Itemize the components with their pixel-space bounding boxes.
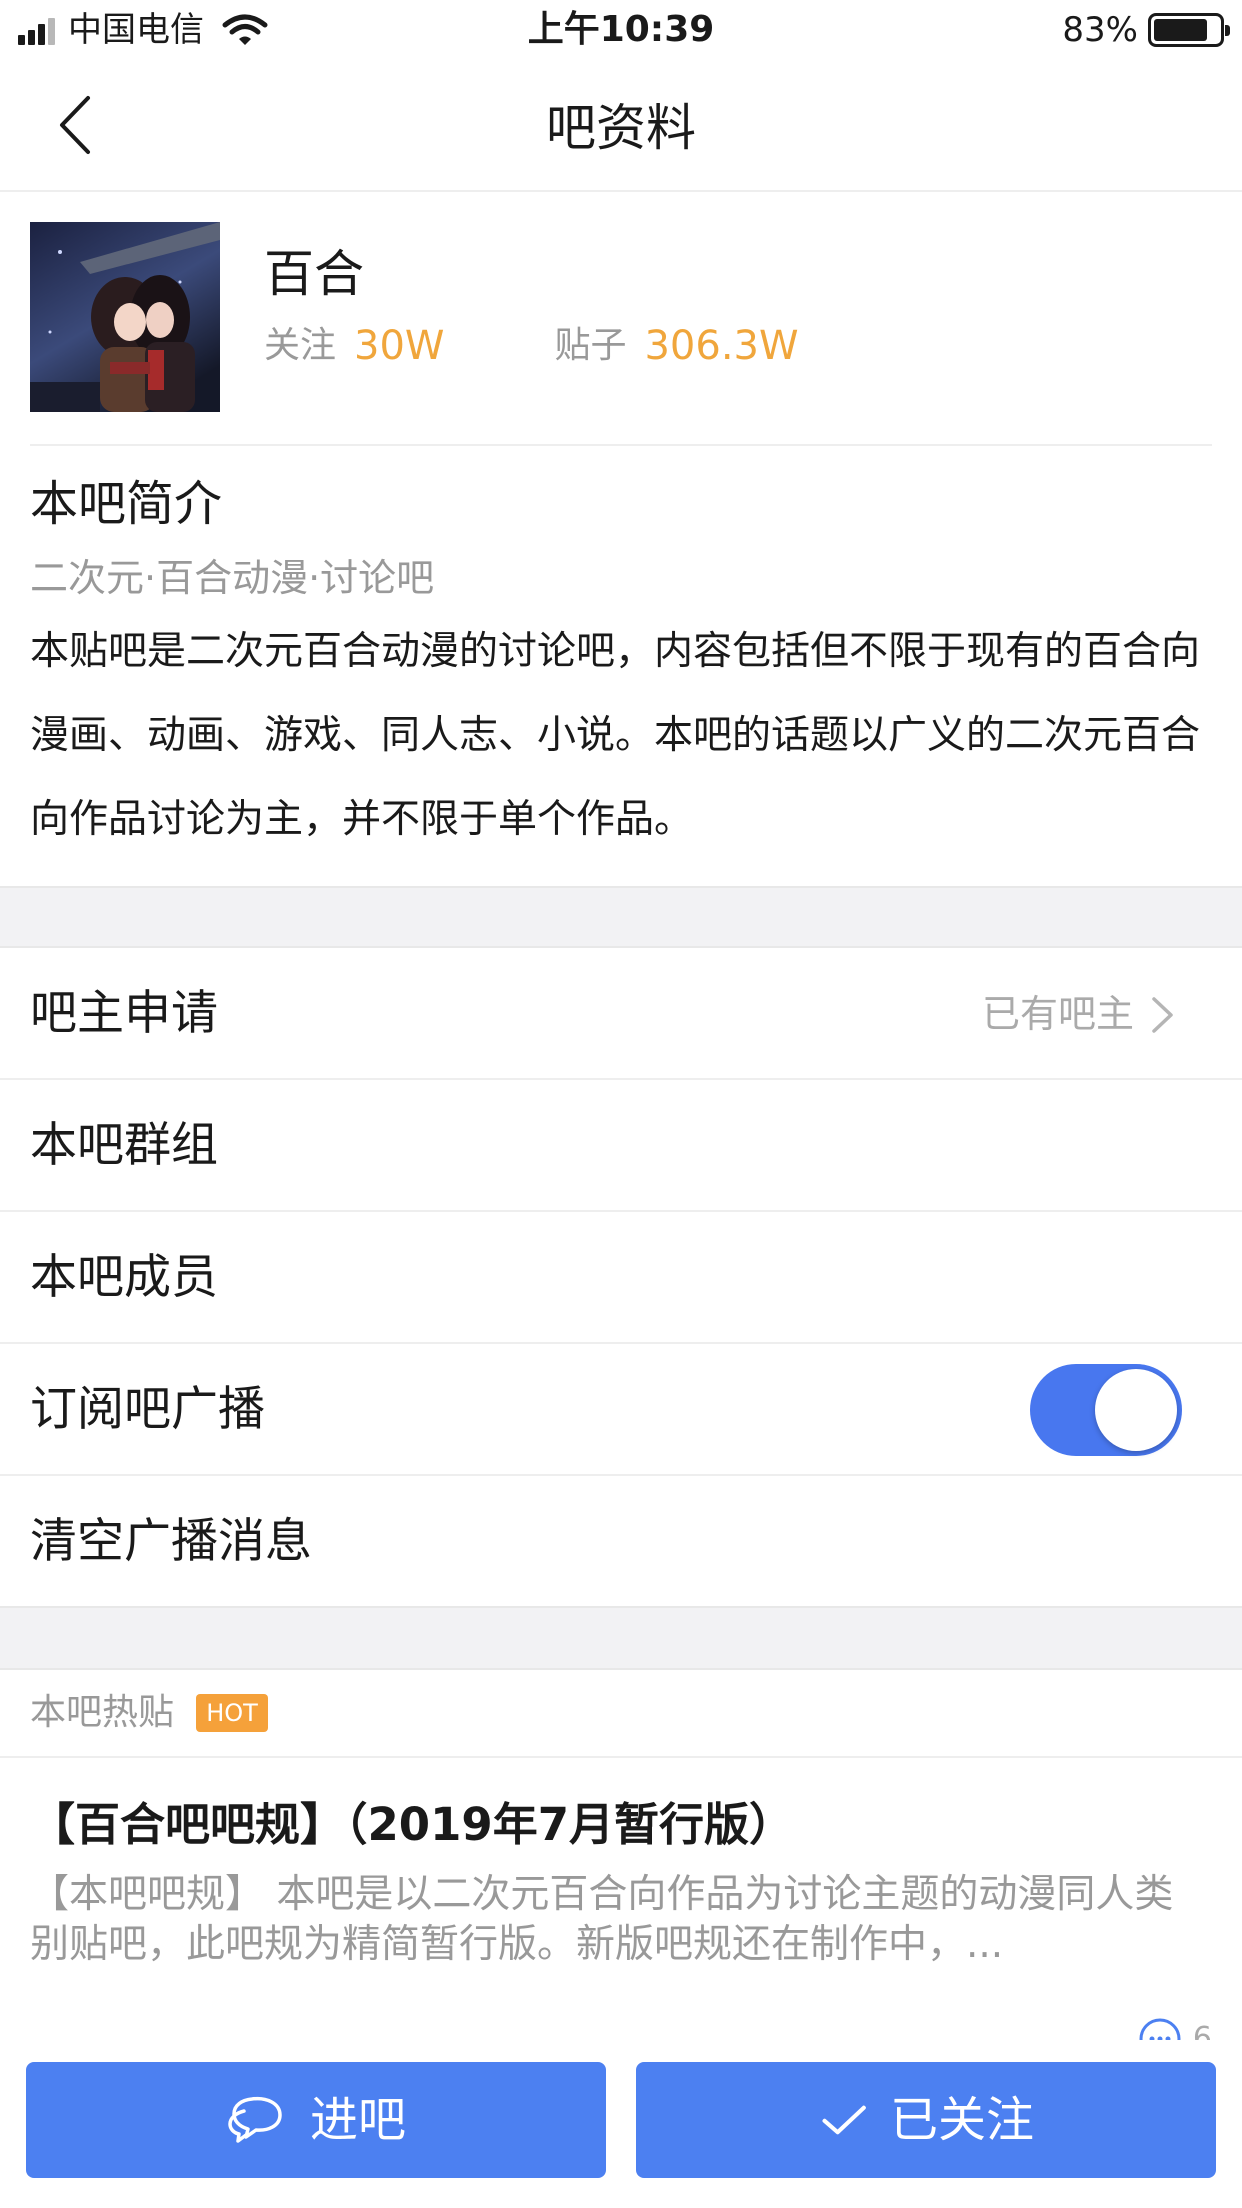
groups-row[interactable]: 本吧群组 — [0, 1080, 1242, 1212]
hot-badge: HOT — [196, 1694, 268, 1732]
posts-count: 306.3W — [644, 323, 799, 369]
groups-label: 本吧群组 — [30, 1118, 218, 1173]
intro-tags: 二次元·百合动漫·讨论吧 — [30, 556, 435, 600]
clear-broadcast-label: 清空广播消息 — [30, 1514, 312, 1569]
admin-apply-label: 吧主申请 — [30, 986, 218, 1041]
forum-header: 百合 关注 30W 贴子 306.3W — [30, 222, 1212, 446]
status-time: 上午10:39 — [527, 9, 715, 50]
hot-post-item[interactable]: 【百合吧吧规】（2019年7月暂行版） 【本吧吧规】 本吧是以二次元百合向作品为… — [30, 1790, 1212, 1970]
enter-forum-button[interactable]: 进吧 — [26, 2062, 606, 2178]
enter-forum-label: 进吧 — [309, 2092, 406, 2148]
subscribe-toggle[interactable] — [1030, 1364, 1182, 1456]
members-label: 本吧成员 — [30, 1250, 218, 1305]
admin-status: 已有吧主 — [981, 992, 1134, 1036]
status-right: 83% — [1062, 8, 1230, 52]
status-bar: 中国电信 上午10:39 83% — [0, 0, 1242, 60]
subscribe-row: 订阅吧广播 — [0, 1344, 1242, 1476]
follow-count: 30W — [354, 323, 445, 369]
subscribe-label: 订阅吧广播 — [30, 1382, 265, 1437]
clear-broadcast-row[interactable]: 清空广播消息 — [0, 1476, 1242, 1608]
post-excerpt: 【本吧吧规】 本吧是以二次元百合向作品为讨论主题的动漫同人类别贴吧，此吧规为精简… — [30, 1872, 1174, 1967]
battery-percent: 83% — [1062, 10, 1138, 50]
follow-label: 关注 — [264, 325, 337, 366]
toggle-knob — [1095, 1369, 1177, 1451]
forum-intro: 本吧简介 二次元·百合动漫·讨论吧 本贴吧是二次元百合动漫的讨论吧，内容包括但不… — [30, 470, 1212, 862]
check-icon — [822, 2105, 866, 2135]
chevron-right-icon — [1152, 997, 1173, 1033]
intro-title: 本吧简介 — [30, 476, 223, 532]
forum-avatar[interactable] — [30, 222, 220, 412]
forum-name: 百合 — [264, 245, 364, 303]
members-row[interactable]: 本吧成员 — [0, 1212, 1242, 1344]
posts-label: 贴子 — [554, 325, 627, 366]
hot-posts-header: 本吧热贴 HOT — [0, 1670, 1242, 1758]
chat-bubble-icon — [228, 2096, 282, 2143]
page-title: 吧资料 — [546, 99, 696, 157]
battery-fill — [1154, 19, 1208, 41]
battery-icon — [1148, 13, 1230, 47]
section-divider — [0, 886, 1242, 948]
followed-button[interactable]: 已关注 — [636, 2062, 1216, 2178]
admin-apply-row[interactable]: 吧主申请 已有吧主 — [0, 948, 1242, 1080]
hot-posts-title: 本吧热贴 — [30, 1692, 175, 1733]
forum-stats: 关注 30W 贴子 306.3W — [264, 318, 909, 374]
section-divider — [0, 1606, 1242, 1670]
nav-bar: 吧资料 — [0, 60, 1242, 192]
post-title: 【百合吧吧规】（2019年7月暂行版） — [30, 1798, 795, 1851]
bottom-action-bar: 进吧 已关注 — [0, 2040, 1242, 2208]
followed-label: 已关注 — [889, 2092, 1034, 2148]
intro-text: 本贴吧是二次元百合动漫的讨论吧，内容包括但不限于现有的百合向漫画、动画、游戏、同… — [30, 629, 1201, 842]
